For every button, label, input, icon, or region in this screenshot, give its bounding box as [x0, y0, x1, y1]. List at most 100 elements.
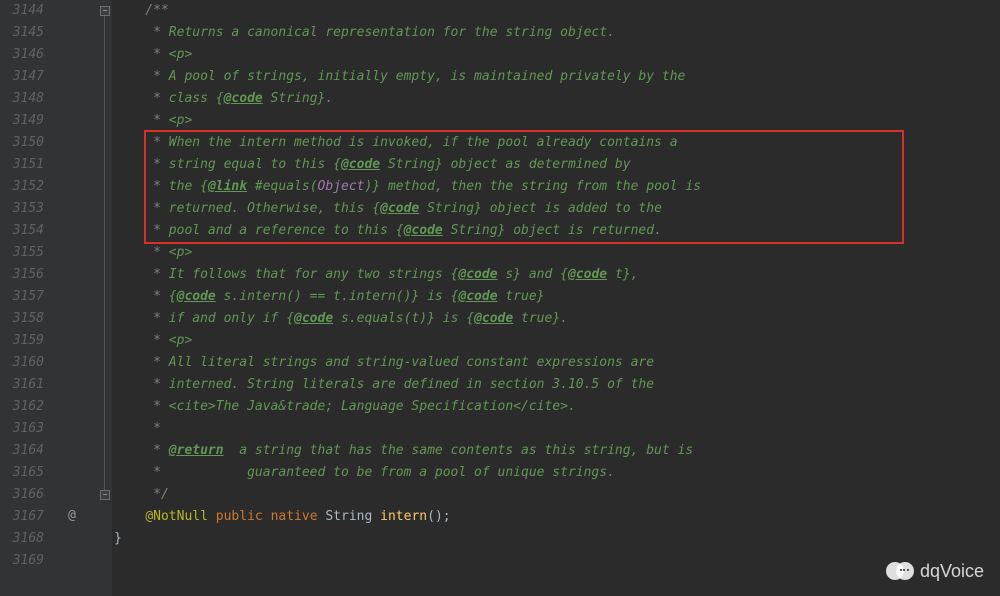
- line-number: 3150: [4, 132, 44, 154]
- code-line[interactable]: * When the intern method is invoked, if …: [114, 132, 1000, 154]
- code-line[interactable]: * {@code s.intern() == t.intern()} is {@…: [114, 286, 1000, 308]
- code-token: Returns a canonical representation for t…: [169, 25, 615, 40]
- code-token: @code: [224, 91, 263, 106]
- line-number: 3166: [4, 484, 44, 506]
- code-token: All literal strings and string-valued co…: [169, 355, 654, 370]
- line-number: 3144: [4, 0, 44, 22]
- code-token: @code: [474, 311, 513, 326]
- code-line[interactable]: * <p>: [114, 110, 1000, 132]
- code-token: @code: [404, 223, 443, 238]
- code-token: Object: [318, 179, 365, 194]
- code-token: returned. Otherwise, this {: [169, 201, 380, 216]
- line-number: 3149: [4, 110, 44, 132]
- code-token: *: [114, 311, 169, 326]
- code-token: @code: [380, 201, 419, 216]
- code-token: s} and {: [498, 267, 568, 282]
- code-token: *: [114, 443, 169, 458]
- code-editor[interactable]: 3144314531463147314831493150315131523153…: [0, 0, 1000, 596]
- code-line[interactable]: * All literal strings and string-valued …: [114, 352, 1000, 374]
- code-token: @code: [458, 267, 497, 282]
- code-token: *: [114, 179, 169, 194]
- fold-collapse-icon[interactable]: −: [100, 490, 110, 500]
- code-token: *: [114, 377, 169, 392]
- code-token: */: [114, 487, 169, 502]
- code-line[interactable]: * @return a string that has the same con…: [114, 440, 1000, 462]
- code-token: guaranteed to be from a pool of unique s…: [247, 465, 615, 480]
- code-token: [114, 509, 145, 524]
- code-line[interactable]: * string equal to this {@code String} ob…: [114, 154, 1000, 176]
- code-token: [372, 509, 380, 524]
- code-token: s.intern() == t.intern()} is {: [216, 289, 459, 304]
- code-line[interactable]: [114, 550, 1000, 572]
- code-token: <cite>The Java&trade; Language Specifica…: [169, 399, 576, 414]
- code-line[interactable]: * pool and a reference to this {@code St…: [114, 220, 1000, 242]
- code-line[interactable]: * Returns a canonical representation for…: [114, 22, 1000, 44]
- code-token: string equal to this {: [169, 157, 341, 172]
- gutter-annotation-icon: @: [68, 508, 76, 523]
- code-line[interactable]: * the {@link #equals(Object)} method, th…: [114, 176, 1000, 198]
- code-line[interactable]: }: [114, 528, 1000, 550]
- line-number: 3167: [4, 506, 44, 528]
- code-token: <p>: [169, 245, 192, 260]
- code-token: *: [114, 223, 169, 238]
- line-number: 3162: [4, 396, 44, 418]
- code-line[interactable]: * guaranteed to be from a pool of unique…: [114, 462, 1000, 484]
- code-token: @code: [568, 267, 607, 282]
- code-token: @return: [169, 443, 224, 458]
- fold-marker-area: @ − −: [62, 0, 112, 596]
- fold-collapse-icon[interactable]: −: [100, 6, 110, 16]
- code-line[interactable]: @NotNull public native String intern();: [114, 506, 1000, 528]
- code-token: *: [114, 267, 169, 282]
- code-area[interactable]: /** * Returns a canonical representation…: [112, 0, 1000, 596]
- code-line[interactable]: */: [114, 484, 1000, 506]
- line-number: 3163: [4, 418, 44, 440]
- code-token: *: [114, 421, 161, 436]
- line-number: 3169: [4, 550, 44, 572]
- code-token: true}.: [513, 311, 568, 326]
- code-line[interactable]: * if and only if {@code s.equals(t)} is …: [114, 308, 1000, 330]
- line-number: 3158: [4, 308, 44, 330]
- code-token: It follows that for any two strings {: [169, 267, 459, 282]
- code-token: a string that has the same contents as t…: [224, 443, 694, 458]
- code-token: [263, 509, 271, 524]
- code-line[interactable]: * A pool of strings, initially empty, is…: [114, 66, 1000, 88]
- code-token: if and only if {: [169, 311, 294, 326]
- code-token: public: [216, 509, 263, 524]
- code-token: *: [114, 245, 169, 260]
- code-line[interactable]: *: [114, 418, 1000, 440]
- line-number-gutter: 3144314531463147314831493150315131523153…: [0, 0, 62, 596]
- code-token: class {: [169, 91, 224, 106]
- watermark: dqVoice: [886, 560, 984, 582]
- code-token: native: [271, 509, 318, 524]
- code-token: @NotNull: [145, 509, 208, 524]
- code-token: }: [114, 531, 122, 546]
- code-line[interactable]: * <p>: [114, 44, 1000, 66]
- code-token: String} object is returned.: [443, 223, 662, 238]
- code-token: *: [114, 201, 169, 216]
- line-number: 3151: [4, 154, 44, 176]
- code-line[interactable]: * <p>: [114, 330, 1000, 352]
- code-token: t},: [607, 267, 638, 282]
- code-line[interactable]: /**: [114, 0, 1000, 22]
- code-token: /**: [114, 3, 169, 18]
- code-token: *: [114, 91, 169, 106]
- code-token: When the intern method is invoked, if th…: [169, 135, 678, 150]
- code-line[interactable]: * <p>: [114, 242, 1000, 264]
- code-token: @code: [458, 289, 497, 304]
- code-token: true}: [498, 289, 545, 304]
- code-line[interactable]: * It follows that for any two strings {@…: [114, 264, 1000, 286]
- line-number: 3145: [4, 22, 44, 44]
- code-line[interactable]: * returned. Otherwise, this {@code Strin…: [114, 198, 1000, 220]
- code-token: String} object is added to the: [419, 201, 662, 216]
- line-number: 3147: [4, 66, 44, 88]
- watermark-text: dqVoice: [920, 561, 984, 582]
- line-number: 3161: [4, 374, 44, 396]
- code-token: {: [169, 289, 177, 304]
- line-number: 3148: [4, 88, 44, 110]
- code-token: interned. String literals are defined in…: [169, 377, 654, 392]
- code-line[interactable]: * interned. String literals are defined …: [114, 374, 1000, 396]
- code-token: ();: [427, 509, 450, 524]
- code-line[interactable]: * class {@code String}.: [114, 88, 1000, 110]
- line-number: 3153: [4, 198, 44, 220]
- code-line[interactable]: * <cite>The Java&trade; Language Specifi…: [114, 396, 1000, 418]
